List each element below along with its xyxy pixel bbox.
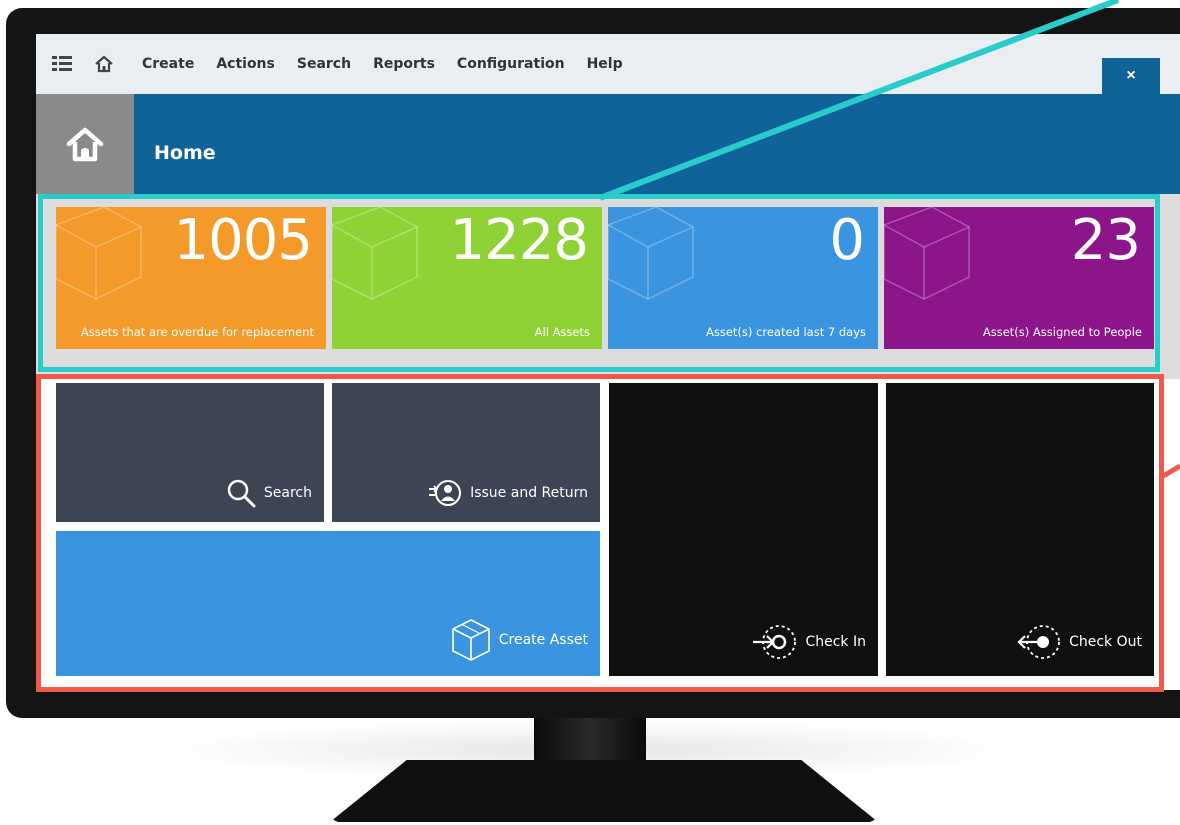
kpi-callout-line (598, 0, 1120, 201)
actions-callout-line (1158, 463, 1180, 481)
callout-lines (598, 0, 1180, 481)
